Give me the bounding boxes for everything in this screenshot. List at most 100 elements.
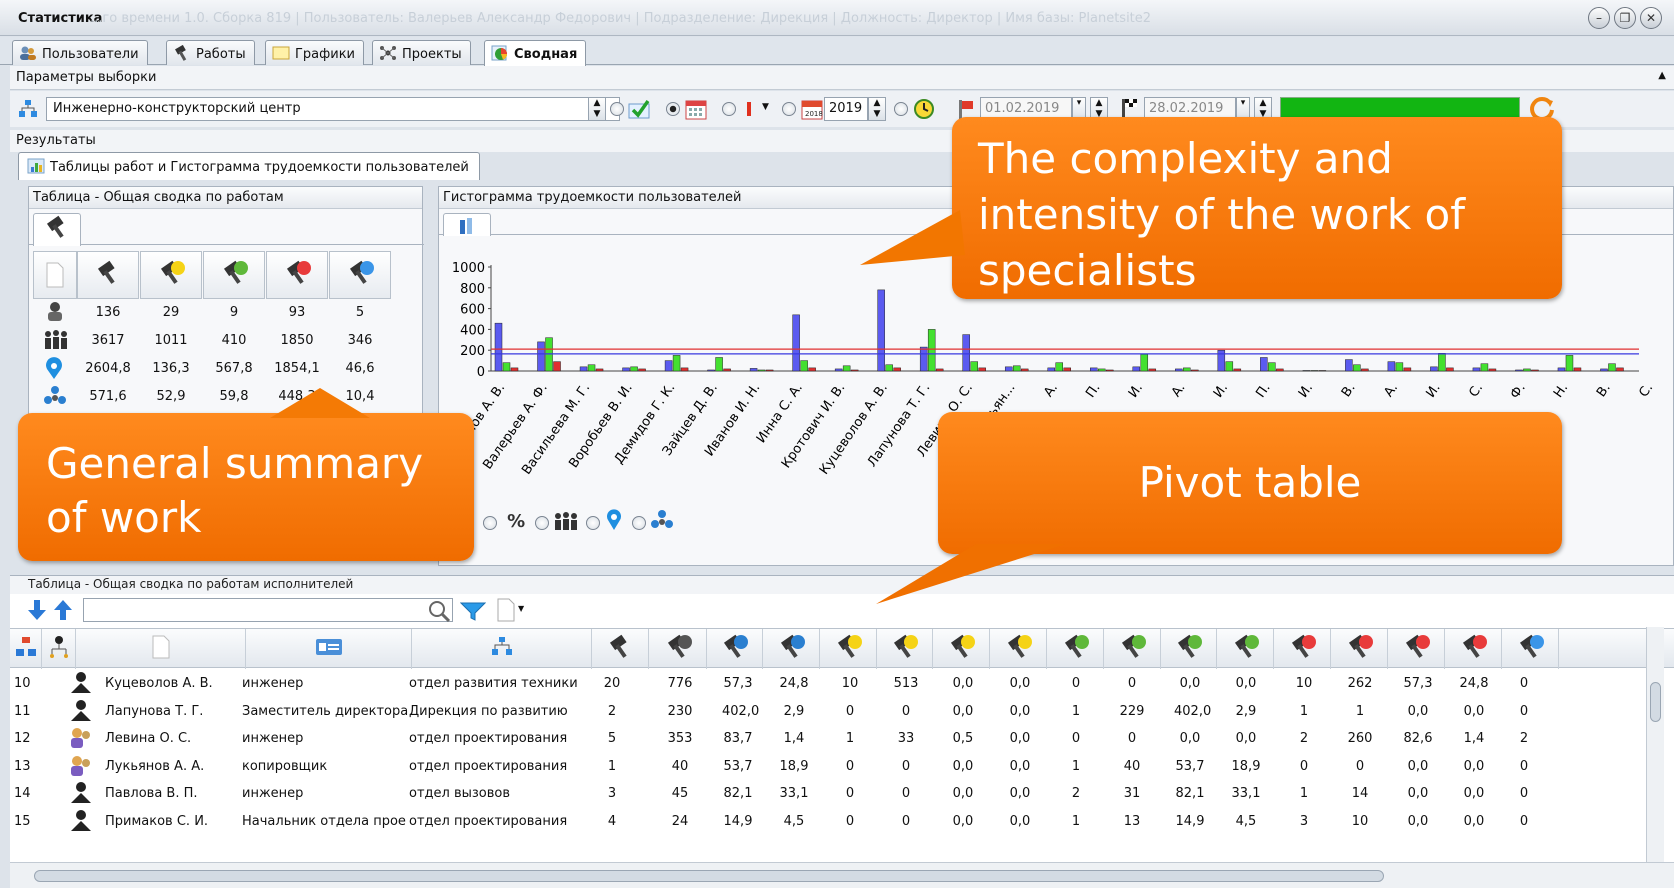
column-header-hammer[interactable] — [1274, 629, 1331, 669]
column-header-hammer[interactable] — [1217, 629, 1274, 669]
bar — [537, 341, 545, 372]
mode-radio-1[interactable] — [610, 102, 624, 116]
summary-tab-works[interactable] — [33, 213, 81, 246]
tab-users[interactable]: Пользователи — [12, 40, 148, 65]
column-header-hammer[interactable] — [1445, 629, 1502, 669]
summary-header-hammer-yellow-icon[interactable] — [140, 251, 202, 299]
bar — [842, 365, 851, 372]
summary-header-hammer-blue-icon[interactable] — [329, 251, 391, 299]
percent-icon[interactable]: % — [507, 511, 525, 532]
year-spinner[interactable]: ▲ ▼ — [868, 97, 886, 121]
column-header-hammer[interactable] — [876, 629, 933, 669]
metric-cell: 1 — [1071, 758, 1081, 774]
avatar-icon — [68, 699, 94, 727]
summary-header-hammer-icon[interactable] — [77, 251, 139, 299]
metric-radio-group[interactable] — [631, 516, 646, 530]
mode-radio-4[interactable] — [782, 102, 796, 116]
pivot-horizontal-scrollbar[interactable] — [10, 862, 1674, 888]
column-header-id-card[interactable] — [246, 629, 412, 669]
column-header-hammer[interactable] — [990, 629, 1047, 669]
pivot-title: Таблица - Общая сводка по работам исполн… — [10, 576, 1674, 594]
dropdown-arrow-icon[interactable]: ▼ — [762, 102, 769, 112]
column-header-org-tree[interactable] — [10, 629, 42, 669]
column-header-hierarchy[interactable] — [412, 629, 592, 669]
minimize-button[interactable]: – — [1588, 7, 1610, 29]
export-page-icon[interactable] — [496, 598, 516, 626]
metric-cell: 2 — [1519, 731, 1529, 746]
horizontal-scroll-thumb[interactable] — [34, 870, 1384, 882]
clock-icon[interactable] — [912, 98, 936, 120]
department-select[interactable]: Инженерно-конструкторский центр — [46, 97, 620, 121]
window-titlebar: Статистика ...го времени 1.0. Сборка 819… — [0, 0, 1674, 36]
metric-radio-people[interactable] — [535, 516, 550, 530]
sort-up-icon[interactable] — [52, 598, 74, 626]
summary-header-hammer-green-icon[interactable] — [203, 251, 265, 299]
people-icon — [43, 329, 69, 355]
table-row[interactable]: 11 Лапунова Т. Г. Заместитель директора Дир… — [10, 698, 1674, 727]
table-row[interactable]: 13 Лукьянов А. А. копировщик отдел проектир… — [10, 753, 1674, 782]
column-header-hammer[interactable] — [706, 629, 763, 669]
column-header-hammer[interactable] — [933, 629, 990, 669]
collapse-up-icon[interactable]: ▲ — [1658, 70, 1666, 81]
search-icon[interactable] — [428, 600, 452, 626]
tab-charts[interactable]: Графики — [265, 40, 365, 65]
close-button[interactable]: ✕ — [1640, 7, 1662, 29]
column-header-hammer[interactable] — [592, 629, 649, 669]
marker-icon[interactable] — [742, 98, 756, 120]
employee-name: Примаков С. И. — [105, 813, 209, 829]
metric-radio-percent[interactable] — [483, 516, 497, 530]
metric-cell: 0 — [1519, 676, 1529, 691]
metric-cell: 14 — [1351, 786, 1369, 801]
metric-cell: 513 — [893, 676, 919, 691]
department-spinner[interactable]: ▲ ▼ — [588, 97, 606, 121]
mode-radio-2[interactable] — [666, 102, 680, 116]
mode-radio-3[interactable] — [722, 102, 736, 116]
people-icon[interactable] — [553, 511, 581, 535]
metric-cell: 0,0 — [1407, 758, 1429, 774]
sort-down-icon[interactable] — [26, 598, 48, 626]
histogram-tab[interactable] — [443, 213, 491, 236]
results-subtab[interactable]: Таблицы работ и Гистограмма трудоемкости… — [18, 152, 480, 180]
filter-icon[interactable] — [459, 601, 487, 625]
export-dropdown-icon[interactable]: ▼ — [518, 604, 524, 613]
hammer-icon — [1001, 632, 1035, 666]
metric-cell: 4,5 — [1235, 813, 1257, 829]
column-header-hammer[interactable] — [650, 629, 707, 669]
column-header-hammer[interactable] — [1160, 629, 1217, 669]
pivot-vertical-scrollbar[interactable] — [1646, 627, 1664, 862]
column-header-hammer[interactable] — [820, 629, 877, 669]
column-header-hammer[interactable] — [1502, 629, 1559, 669]
pivot-search-input[interactable] — [83, 598, 453, 622]
metric-radio-pin[interactable] — [585, 516, 600, 530]
vertical-scroll-thumb[interactable] — [1650, 682, 1661, 722]
table-row[interactable]: 14 Павлова В. П. инженер отдел вызовов 3 45 82… — [10, 780, 1674, 809]
y-tick-label: 800 — [460, 282, 485, 297]
summary-header-document-icon[interactable] — [33, 251, 77, 299]
column-header-hammer[interactable] — [763, 629, 820, 669]
table-row[interactable]: 12 Левина О. С. инженер отдел проектировани… — [10, 725, 1674, 754]
column-header-person-tree[interactable] — [42, 629, 76, 669]
summary-header-hammer-red-icon[interactable] — [266, 251, 328, 299]
restore-button[interactable]: ❐ — [1614, 7, 1636, 29]
tab-works[interactable]: Работы — [166, 40, 255, 65]
bar — [800, 360, 808, 372]
column-header-hammer[interactable] — [1047, 629, 1104, 669]
table-row[interactable]: 10 Куцеволов А. В. инженер отдел развития т… — [10, 670, 1674, 699]
group-icon[interactable] — [650, 509, 676, 535]
metric-cell: 1 — [845, 731, 855, 746]
pin-icon[interactable] — [604, 509, 628, 535]
x-tick-label: И. — [1423, 381, 1443, 401]
row-number: 12 — [14, 731, 31, 746]
tab-summary[interactable]: Сводная — [484, 40, 587, 67]
mode-radio-5[interactable] — [894, 102, 908, 116]
tab-projects[interactable]: Проекты — [372, 40, 471, 65]
column-header-document[interactable] — [76, 629, 246, 669]
column-header-hammer[interactable] — [1331, 629, 1388, 669]
table-row[interactable]: 15 Примаков С. И. Начальник отдела прое отд… — [10, 808, 1674, 837]
check-icon[interactable] — [628, 98, 652, 120]
column-header-hammer[interactable] — [1104, 629, 1161, 669]
year-input[interactable]: 2019 — [824, 97, 868, 121]
calendar-grid-icon[interactable] — [684, 98, 708, 120]
metric-cell: 82,6 — [1403, 731, 1433, 746]
column-header-hammer[interactable] — [1388, 629, 1445, 669]
